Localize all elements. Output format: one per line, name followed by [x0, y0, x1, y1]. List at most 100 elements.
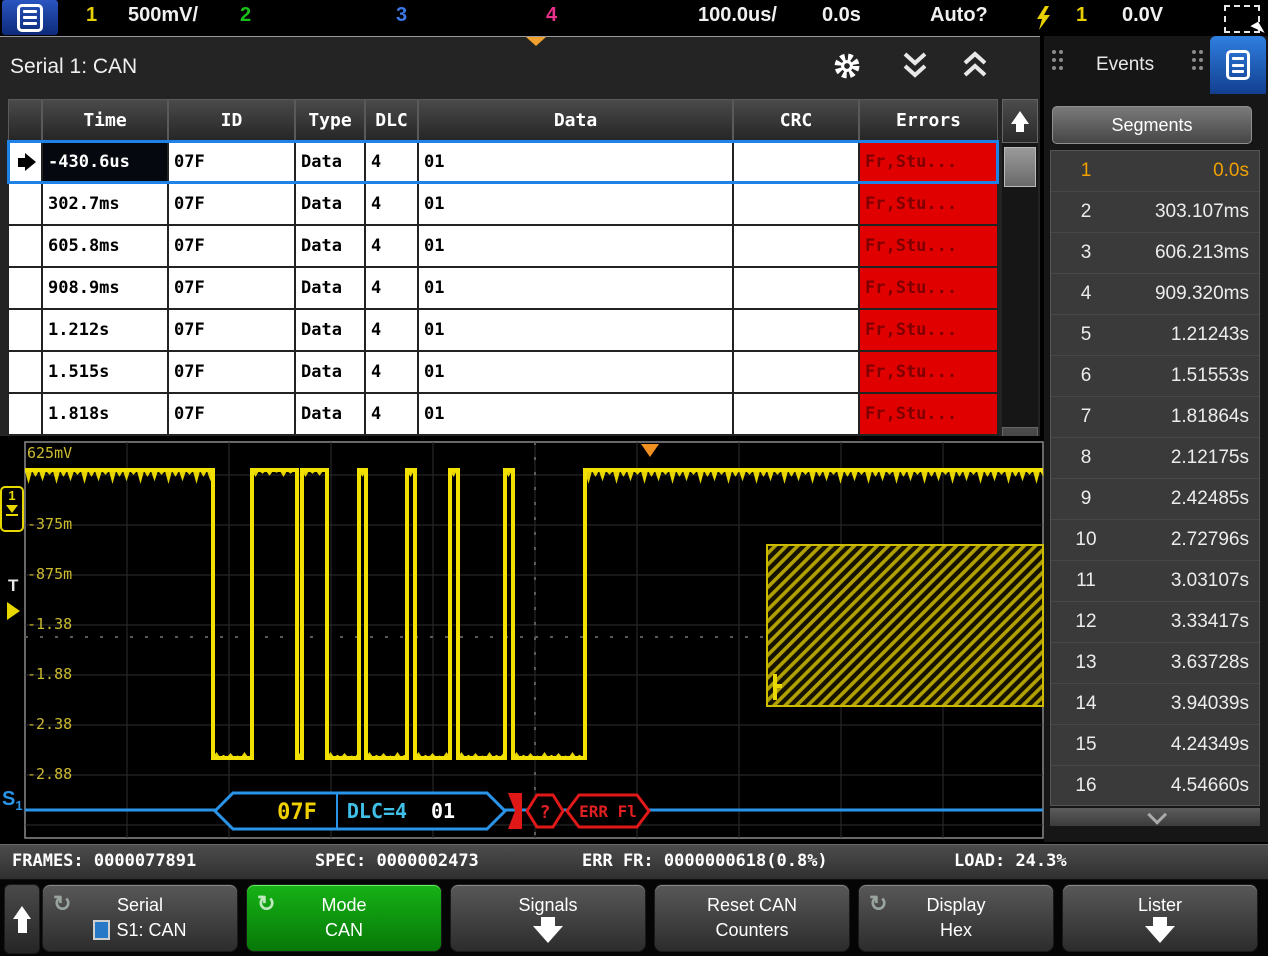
cell-dlc: 4: [365, 141, 418, 183]
lister-table-body: -430.6us 07F Data 4 01 Fr,Stu... 302.7ms…: [8, 141, 998, 435]
trigger-level[interactable]: 0.0V: [1122, 4, 1163, 27]
timebase-value[interactable]: 100.0us/: [698, 4, 777, 27]
cell-id: 07F: [168, 309, 295, 351]
segment-row[interactable]: 2 303.107ms: [1051, 192, 1259, 233]
lister-collapse-button[interactable]: [900, 51, 930, 81]
channel-4-number[interactable]: 4: [546, 4, 557, 27]
softkey-lister[interactable]: Lister: [1062, 884, 1258, 952]
segment-index: 6: [1051, 365, 1121, 387]
channel-3-number[interactable]: 3: [396, 4, 407, 27]
table-row[interactable]: 302.7ms 07F Data 4 01 Fr,Stu...: [8, 183, 998, 225]
softkey-reset-can-counters[interactable]: Reset CAN Counters: [654, 884, 850, 952]
channel-1-scale[interactable]: 500mV/: [128, 4, 198, 27]
segment-time: 606.213ms: [1121, 242, 1259, 264]
table-row[interactable]: 908.9ms 07F Data 4 01 Fr,Stu...: [8, 267, 998, 309]
row-marker: [8, 225, 42, 267]
main-menu-button[interactable]: [2, 0, 58, 35]
cycle-icon: ↻: [869, 891, 887, 917]
segment-row[interactable]: 10 2.72796s: [1051, 520, 1259, 561]
segment-row[interactable]: 8 2.12175s: [1051, 438, 1259, 479]
channel-2-number[interactable]: 2: [240, 4, 251, 27]
table-row[interactable]: 1.212s 07F Data 4 01 Fr,Stu...: [8, 309, 998, 351]
segment-row[interactable]: 15 4.24349s: [1051, 725, 1259, 766]
softkey-display[interactable]: ↻ Display Hex: [858, 884, 1054, 952]
cell-dlc: 4: [365, 225, 418, 267]
segment-row[interactable]: 11 3.03107s: [1051, 561, 1259, 602]
segments-list: 1 0.0s 2 303.107ms 3 606.213ms 4 909.320…: [1050, 150, 1260, 806]
cell-errors: Fr,Stu...: [859, 183, 998, 225]
segments-button[interactable]: Segments: [1052, 106, 1252, 144]
back-button[interactable]: [4, 884, 40, 954]
error-frames-counter: ERR FR: 0000000618(0.8%): [582, 851, 828, 871]
column-header-errors: Errors: [859, 99, 998, 141]
trigger-source[interactable]: 1: [1076, 4, 1087, 27]
cell-id: 07F: [168, 351, 295, 393]
segment-row[interactable]: 4 909.320ms: [1051, 274, 1259, 315]
decode-dlc-text: DLC=4: [347, 799, 407, 823]
row-marker: [8, 309, 42, 351]
trigger-mode[interactable]: Auto?: [930, 4, 988, 27]
segments-scroll-down[interactable]: [1050, 808, 1260, 826]
lister-scrollbar[interactable]: [1002, 99, 1038, 471]
scroll-up-button[interactable]: [1002, 99, 1038, 143]
arrow-down-icon: [533, 926, 563, 943]
cell-time: 605.8ms: [42, 225, 168, 267]
segment-time: 2.72796s: [1121, 529, 1259, 551]
channel-1-ground-marker[interactable]: 1: [0, 486, 24, 532]
svg-text:-1.38: -1.38: [27, 615, 72, 633]
spec-counter: SPEC: 0000002473: [315, 851, 479, 871]
softkey-signals[interactable]: Signals: [450, 884, 646, 952]
trigger-level-label: T: [8, 576, 18, 596]
delay-value[interactable]: 0.0s: [822, 4, 861, 27]
column-header-time: Time: [42, 99, 168, 141]
segment-index: 7: [1051, 406, 1121, 428]
cell-dlc: 4: [365, 183, 418, 225]
segment-time: 3.03107s: [1121, 570, 1259, 592]
lister-settings-button[interactable]: [832, 51, 862, 81]
segment-row[interactable]: 12 3.33417s: [1051, 602, 1259, 643]
events-panel-tab[interactable]: [1210, 36, 1266, 94]
row-marker: [8, 141, 42, 183]
lister-expand-button[interactable]: [960, 51, 990, 81]
segment-time: 4.24349s: [1121, 734, 1259, 756]
bus-load: LOAD: 24.3%: [954, 851, 1067, 871]
region-select-icon[interactable]: [1224, 5, 1260, 33]
panel-grip-left-icon[interactable]: [1052, 50, 1056, 54]
waveform-plot: 625mV -375m -875m -1.38 -1.88 -2.38 -2.8…: [0, 436, 1045, 842]
segment-row[interactable]: 7 1.81864s: [1051, 397, 1259, 438]
table-row[interactable]: 1.818s 07F Data 4 01 Fr,Stu...: [8, 393, 998, 435]
panel-grip-right-icon[interactable]: [1192, 50, 1196, 54]
decode-unknown-text: ?: [540, 802, 551, 823]
svg-text:625mV: 625mV: [27, 444, 72, 462]
arrow-up-icon: [13, 906, 31, 919]
segment-index: 5: [1051, 324, 1121, 346]
channel-1-number[interactable]: 1: [86, 4, 97, 27]
trigger-time-marker-top[interactable]: [526, 37, 546, 46]
segment-row[interactable]: 3 606.213ms: [1051, 233, 1259, 274]
cell-id: 07F: [168, 183, 295, 225]
cell-dlc: 4: [365, 351, 418, 393]
segment-row[interactable]: 14 3.94039s: [1051, 684, 1259, 725]
table-row[interactable]: 605.8ms 07F Data 4 01 Fr,Stu...: [8, 225, 998, 267]
menu-list-icon: [17, 4, 43, 32]
segment-row[interactable]: 13 3.63728s: [1051, 643, 1259, 684]
softkey-serial[interactable]: ↻ Serial S1: CAN: [42, 884, 238, 952]
segment-row[interactable]: 1 0.0s: [1051, 151, 1259, 192]
scrollbar-thumb[interactable]: [1004, 147, 1036, 187]
segment-index: 16: [1051, 775, 1121, 797]
softkey-mode[interactable]: ↻ Mode CAN: [246, 884, 442, 952]
cell-data: 01: [418, 183, 733, 225]
table-row[interactable]: -430.6us 07F Data 4 01 Fr,Stu...: [8, 141, 998, 183]
svg-text:-2.38: -2.38: [27, 715, 72, 733]
serial-bus-label[interactable]: S1: [2, 788, 23, 813]
cell-type: Data: [295, 267, 365, 309]
segment-row[interactable]: 5 1.21243s: [1051, 315, 1259, 356]
segment-row[interactable]: 9 2.42485s: [1051, 479, 1259, 520]
cell-id: 07F: [168, 141, 295, 183]
segment-row[interactable]: 16 4.54660s: [1051, 766, 1259, 806]
segment-row[interactable]: 6 1.51553s: [1051, 356, 1259, 397]
trigger-level-marker[interactable]: [7, 602, 20, 620]
decode-error-text: ERR Fl: [579, 802, 637, 821]
cell-type: Data: [295, 351, 365, 393]
table-row[interactable]: 1.515s 07F Data 4 01 Fr,Stu...: [8, 351, 998, 393]
